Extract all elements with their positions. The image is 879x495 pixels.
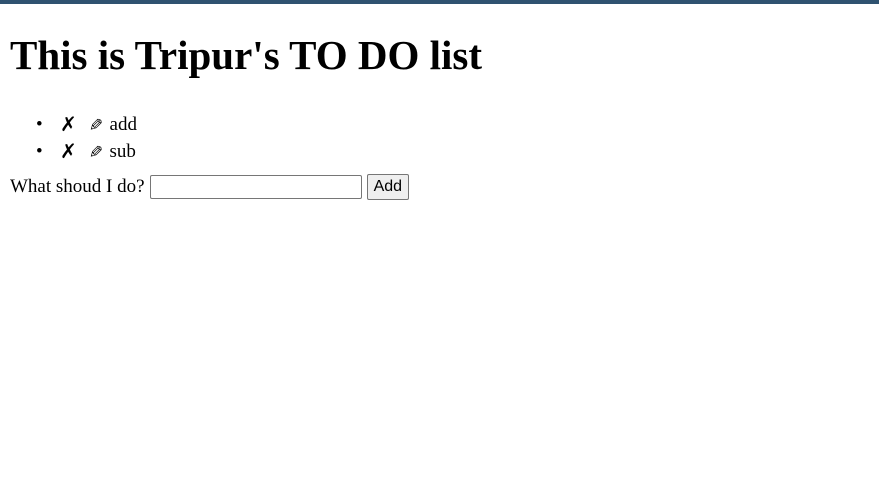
page-title: This is Tripur's TO DO list: [10, 32, 483, 78]
add-todo-form: What shoud I do? Add: [10, 173, 879, 201]
add-button[interactable]: Add: [366, 174, 410, 200]
delete-icon[interactable]: ✗: [60, 138, 77, 165]
bullet: •: [36, 114, 43, 135]
todo-input-label: What shoud I do?: [10, 176, 145, 197]
bullet: •: [36, 141, 43, 162]
todo-list: • ✗ ✎ add • ✗ ✎ sub: [10, 111, 879, 165]
pencil-edit-icon[interactable]: ✎: [80, 117, 107, 131]
delete-icon[interactable]: ✗: [60, 111, 77, 138]
todo-item-text: sub: [109, 141, 136, 162]
todo-item-text: add: [109, 114, 137, 135]
todo-item: • ✗ ✎ sub: [36, 138, 879, 165]
todo-item: • ✗ ✎ add: [36, 111, 879, 138]
page-content: This is Tripur's TO DO list • ✗ ✎ add • …: [10, 4, 879, 201]
todo-input[interactable]: [149, 175, 362, 199]
pencil-edit-icon[interactable]: ✎: [80, 144, 107, 158]
